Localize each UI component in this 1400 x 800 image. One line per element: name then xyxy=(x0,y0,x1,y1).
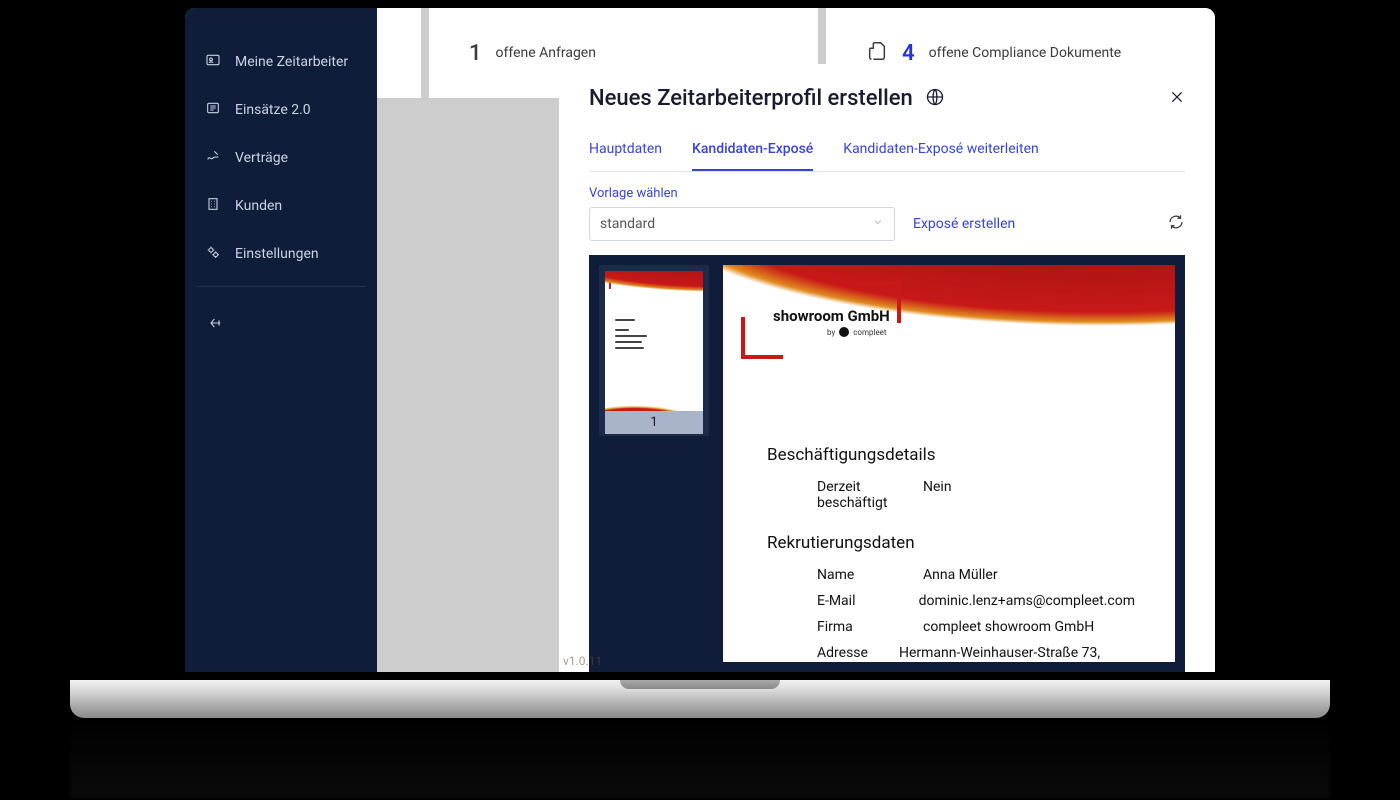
brand-name: showroom GmbH xyxy=(773,307,890,325)
sidebar: Meine Zeitarbeiter Einsätze 2.0 Verträge… xyxy=(185,8,377,672)
template-selected-value: standard xyxy=(600,216,655,232)
document-icon xyxy=(866,40,888,66)
compliance-count: 4 xyxy=(902,41,915,66)
laptop-base xyxy=(70,680,1330,718)
sidebar-item-einstellungen[interactable]: Einstellungen xyxy=(185,230,377,278)
globe-icon[interactable] xyxy=(925,87,945,111)
section-heading-recruiting: Rekrutierungsdaten xyxy=(767,533,1135,553)
row-name: Name Anna Müller xyxy=(767,567,1135,583)
gears-icon xyxy=(205,244,221,264)
thumbnail-page-number: 1 xyxy=(605,411,703,434)
id-card-icon xyxy=(205,52,221,72)
brand-logo: showroom GmbH by compleet xyxy=(741,281,901,359)
version-label: v1.0.11 xyxy=(589,654,602,668)
sidebar-item-kunden[interactable]: Kunden xyxy=(185,182,377,230)
thumbnail-preview xyxy=(605,271,703,411)
sidebar-item-label: Einstellungen xyxy=(235,246,319,262)
tab-expose-weiterleiten[interactable]: Kandidaten-Exposé weiterleiten xyxy=(843,141,1038,171)
row-company: Firma compleet showroom GmbH xyxy=(767,619,1135,635)
template-select[interactable]: standard xyxy=(589,207,895,241)
tab-hauptdaten[interactable]: Hauptdaten xyxy=(589,141,662,171)
modal-close-button[interactable] xyxy=(1169,89,1185,109)
section-heading-employment: Beschäftigungsdetails xyxy=(767,445,1135,465)
laptop-reflection xyxy=(70,718,1330,798)
sidebar-divider xyxy=(197,286,365,287)
sidebar-item-label: Einsätze 2.0 xyxy=(235,102,311,118)
brand-byline: by compleet xyxy=(827,327,887,337)
collapse-icon xyxy=(205,316,225,335)
main-area: 1 offene Anfragen 4 offene Compliance Do… xyxy=(377,8,1215,672)
create-profile-modal: Neues Zeitarbeiterprofil erstellen Haupt… xyxy=(559,64,1215,672)
row-currently-employed: Derzeit beschäftigt Nein xyxy=(767,479,1135,511)
create-expose-button[interactable]: Exposé erstellen xyxy=(913,216,1015,232)
sidebar-item-label: Kunden xyxy=(235,198,282,214)
compliance-text: offene Compliance Dokumente xyxy=(929,45,1122,61)
modal-title: Neues Zeitarbeiterprofil erstellen xyxy=(589,86,913,111)
document-page: showroom GmbH by compleet Beschäftigungs… xyxy=(723,265,1175,662)
signature-icon xyxy=(205,148,221,168)
list-icon xyxy=(205,100,221,120)
tab-kandidaten-expose[interactable]: Kandidaten-Exposé xyxy=(692,141,813,171)
sidebar-collapse-button[interactable] xyxy=(185,301,377,349)
sidebar-item-label: Verträge xyxy=(235,150,288,166)
sidebar-item-einsaetze[interactable]: Einsätze 2.0 xyxy=(185,86,377,134)
sidebar-item-label: Meine Zeitarbeiter xyxy=(235,54,348,70)
refresh-icon xyxy=(1167,216,1185,235)
building-icon xyxy=(205,196,221,216)
row-email: E-Mail dominic.lenz+ams@compleet.com xyxy=(767,593,1135,609)
open-requests-text: offene Anfragen xyxy=(496,45,596,61)
open-requests-count: 1 xyxy=(469,41,482,66)
thumbnail-panel: 1 v1.0.11 xyxy=(599,265,709,662)
brand-dot-icon xyxy=(839,327,849,337)
sidebar-item-vertraege[interactable]: Verträge xyxy=(185,134,377,182)
page-thumbnail-1[interactable]: 1 xyxy=(599,265,709,436)
modal-tabs: Hauptdaten Kandidaten-Exposé Kandidaten-… xyxy=(589,141,1185,172)
row-address: Adresse Hermann-Weinhauser-Straße 73, 81… xyxy=(767,645,1135,662)
document-area: 1 v1.0.11 showroom GmbH by xyxy=(589,255,1185,672)
sidebar-item-zeitarbeiter[interactable]: Meine Zeitarbeiter xyxy=(185,38,377,86)
modal-header: Neues Zeitarbeiterprofil erstellen xyxy=(589,86,1185,111)
document-content: Beschäftigungsdetails Derzeit beschäftig… xyxy=(767,445,1135,662)
close-icon xyxy=(1169,90,1185,109)
controls-row: Vorlage wählen standard Exposé erstellen xyxy=(589,186,1185,241)
banner-spacer-left xyxy=(377,8,421,98)
chevron-down-icon xyxy=(872,216,884,232)
template-label: Vorlage wählen xyxy=(589,186,1185,201)
refresh-button[interactable] xyxy=(1167,213,1185,235)
